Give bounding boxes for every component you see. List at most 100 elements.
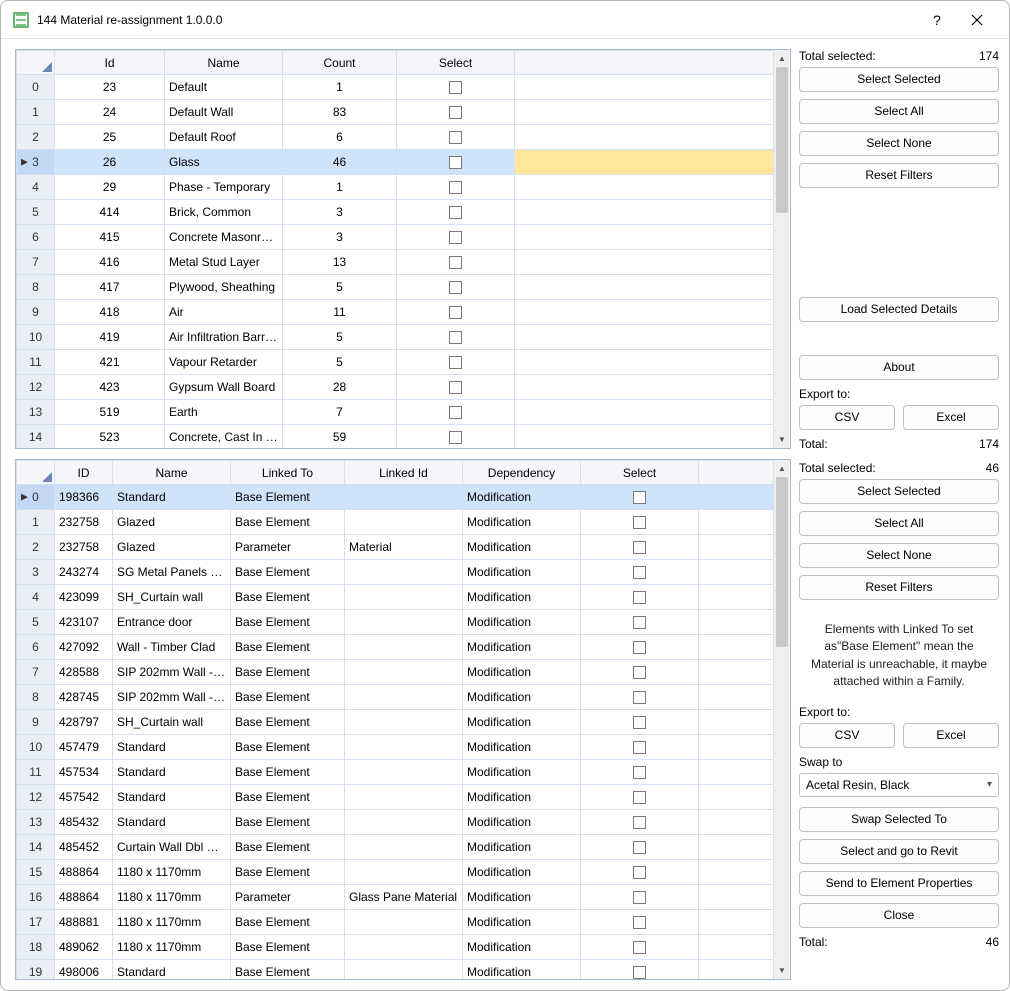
cell-dependency[interactable]: Modification [463,685,581,710]
cell-select[interactable] [581,660,699,685]
cell-id[interactable]: 26 [55,150,165,175]
cell-linked-to[interactable]: Base Element [231,685,345,710]
cell-name[interactable]: Earth [165,400,283,425]
row-header[interactable]: 16 [17,885,55,910]
cell-select[interactable] [397,100,515,125]
row-header[interactable]: 13 [17,400,55,425]
scroll-up-icon[interactable]: ▲ [774,50,790,67]
checkbox[interactable] [449,106,462,119]
checkbox[interactable] [633,591,646,604]
cell-id[interactable]: 423107 [55,610,113,635]
cell-id[interactable]: 523 [55,425,165,449]
col-name[interactable]: Name [165,51,283,75]
cell-select[interactable] [397,300,515,325]
cell-dependency[interactable]: Modification [463,610,581,635]
swap-selected-to-button[interactable]: Swap Selected To [799,807,999,832]
checkbox[interactable] [633,666,646,679]
cell-name[interactable]: Air Infiltration Barrier [165,325,283,350]
table-row[interactable]: 14523Concrete, Cast In Situ59 [17,425,790,449]
cell-dependency[interactable]: Modification [463,735,581,760]
cell-name[interactable]: Entrance door [113,610,231,635]
cell-name[interactable]: Air [165,300,283,325]
cell-id[interactable]: 457542 [55,785,113,810]
table-row[interactable]: 11421Vapour Retarder5 [17,350,790,375]
table-row[interactable]: 174888811180 x 1170mmBase ElementModific… [17,910,790,935]
table-row[interactable]: 4423099SH_Curtain wallBase ElementModifi… [17,585,790,610]
cell-select[interactable] [581,685,699,710]
cell-extra[interactable] [515,150,790,175]
checkbox[interactable] [449,356,462,369]
table-row[interactable]: 10457479StandardBase ElementModification [17,735,790,760]
cell-id[interactable]: 488881 [55,910,113,935]
row-header[interactable]: 2 [17,125,55,150]
send-to-element-properties-button[interactable]: Send to Element Properties [799,871,999,896]
row-header[interactable]: 11 [17,350,55,375]
checkbox[interactable] [633,966,646,979]
row-header[interactable]: 17 [17,910,55,935]
table-row[interactable]: 2232758GlazedParameterMaterialModificati… [17,535,790,560]
cell-select[interactable] [397,225,515,250]
cell-linked-id[interactable] [345,935,463,960]
cell-select[interactable] [581,935,699,960]
cell-linked-to[interactable]: Base Element [231,735,345,760]
table-row[interactable]: 225Default Roof6 [17,125,790,150]
cell-count[interactable]: 11 [283,300,397,325]
row-header[interactable]: 12 [17,375,55,400]
cell-id[interactable]: 23 [55,75,165,100]
cell-linked-to[interactable]: Base Element [231,610,345,635]
table-row[interactable]: 8428745SIP 202mm Wall - co...Base Elemen… [17,685,790,710]
cell-id[interactable]: 415 [55,225,165,250]
select-none-button[interactable]: Select None [799,543,999,568]
cell-select[interactable] [581,835,699,860]
help-button[interactable]: ? [917,1,957,39]
cell-id[interactable]: 419 [55,325,165,350]
cell-dependency[interactable]: Modification [463,835,581,860]
cell-linked-id[interactable] [345,810,463,835]
materials-grid[interactable]: Id Name Count Select 023Default1124Defau… [15,49,791,449]
checkbox[interactable] [449,206,462,219]
load-selected-details-button[interactable]: Load Selected Details [799,297,999,322]
checkbox[interactable] [633,866,646,879]
cell-extra[interactable] [515,250,790,275]
cell-select[interactable] [581,810,699,835]
row-header[interactable]: 15 [17,860,55,885]
select-all-button[interactable]: Select All [799,99,999,124]
cell-dependency[interactable]: Modification [463,510,581,535]
select-selected-button[interactable]: Select Selected [799,479,999,504]
cell-id[interactable]: 488864 [55,860,113,885]
checkbox[interactable] [449,256,462,269]
checkbox[interactable] [449,381,462,394]
table-row[interactable]: ▶0198366StandardBase ElementModification [17,485,790,510]
checkbox[interactable] [633,491,646,504]
select-and-go-to-revit-button[interactable]: Select and go to Revit [799,839,999,864]
cell-dependency[interactable]: Modification [463,760,581,785]
cell-linked-to[interactable]: Base Element [231,960,345,980]
row-header[interactable]: 8 [17,685,55,710]
cell-linked-id[interactable] [345,610,463,635]
checkbox[interactable] [449,431,462,444]
cell-name[interactable]: Standard [113,735,231,760]
checkbox[interactable] [449,281,462,294]
cell-count[interactable]: 1 [283,75,397,100]
col-linked-id[interactable]: Linked Id [345,461,463,485]
cell-select[interactable] [581,735,699,760]
cell-count[interactable]: 5 [283,275,397,300]
cell-linked-id[interactable] [345,685,463,710]
cell-name[interactable]: 1180 x 1170mm [113,910,231,935]
cell-count[interactable]: 1 [283,175,397,200]
cell-dependency[interactable]: Modification [463,710,581,735]
scroll-down-icon[interactable]: ▼ [774,431,790,448]
cell-id[interactable]: 489062 [55,935,113,960]
cell-dependency[interactable]: Modification [463,485,581,510]
checkbox[interactable] [633,516,646,529]
cell-select[interactable] [397,125,515,150]
checkbox[interactable] [633,916,646,929]
cell-name[interactable]: SG Metal Panels roof [113,560,231,585]
cell-dependency[interactable]: Modification [463,960,581,980]
cell-dependency[interactable]: Modification [463,885,581,910]
cell-linked-id[interactable] [345,485,463,510]
col-id[interactable]: ID [55,461,113,485]
row-header[interactable]: 7 [17,250,55,275]
table-row[interactable]: 8417Plywood, Sheathing5 [17,275,790,300]
table-row[interactable]: 3243274SG Metal Panels roofBase ElementM… [17,560,790,585]
